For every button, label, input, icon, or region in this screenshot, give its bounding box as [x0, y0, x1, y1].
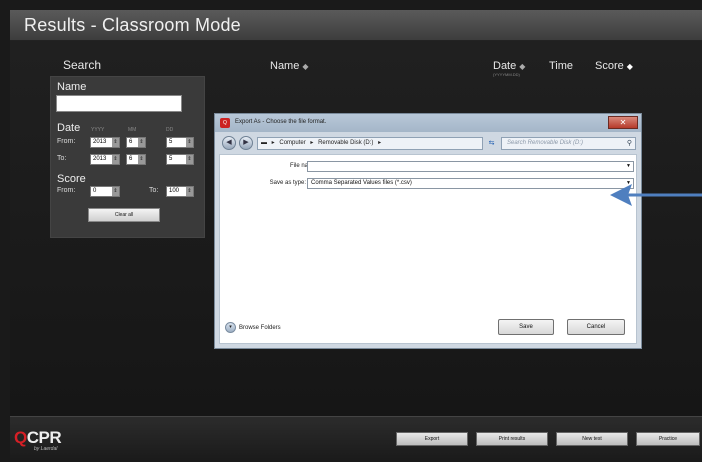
- dialog-close-button[interactable]: ✕: [608, 116, 638, 129]
- new-test-button[interactable]: New test: [556, 432, 628, 446]
- name-filter-label: Name: [57, 81, 87, 93]
- save-button[interactable]: Save: [498, 319, 554, 335]
- sort-icon: ◆: [302, 62, 309, 71]
- breadcrumb-separator: ▸: [378, 140, 382, 146]
- expand-chevron-icon: ▾: [225, 322, 236, 333]
- cpr-logo: QCPR: [14, 428, 62, 448]
- date-from-day-stepper[interactable]: 5 ⇕: [166, 137, 194, 148]
- breadcrumb-computer[interactable]: Computer: [279, 140, 305, 146]
- forward-arrow-icon[interactable]: ▶: [239, 136, 253, 150]
- stepper-value: 5: [169, 139, 173, 145]
- breadcrumb-removable-disk[interactable]: Removable Disk (D:): [318, 140, 373, 146]
- score-from-label: From:: [57, 187, 76, 194]
- column-header-score[interactable]: Score ◆: [595, 60, 633, 72]
- export-dialog: Q Export As - Choose the file format. ✕ …: [214, 113, 642, 349]
- stepper-arrows-icon[interactable]: ⇕: [112, 138, 119, 147]
- stepper-arrows-icon[interactable]: ⇕: [112, 155, 119, 164]
- date-col-dd: DD: [166, 127, 174, 133]
- date-from-month-stepper[interactable]: 6 ⇕: [126, 137, 146, 148]
- stepper-value: 5: [169, 156, 173, 162]
- breadcrumb-separator: ▸: [271, 140, 275, 146]
- cancel-button[interactable]: Cancel: [567, 319, 625, 335]
- date-from-year-stepper[interactable]: 2013 ⇕: [90, 137, 120, 148]
- date-to-label: To:: [57, 155, 67, 162]
- column-header-date[interactable]: Date ◆: [493, 60, 525, 72]
- breadcrumb-separator: ▸: [310, 140, 314, 146]
- dialog-body: File name: ▼ Save as type: Comma Separat…: [219, 154, 637, 344]
- address-bar[interactable]: ▬ ▸ Computer ▸ Removable Disk (D:) ▸ ▼: [257, 137, 520, 150]
- score-to-stepper[interactable]: 100 ⇕: [166, 186, 194, 197]
- stepper-value: 2013: [93, 139, 107, 145]
- date-filter-label: Date: [57, 122, 81, 134]
- column-header-name[interactable]: Name ◆: [270, 60, 309, 72]
- search-icon: ⚲: [626, 140, 632, 147]
- stepper-arrows-icon[interactable]: ⇕: [138, 138, 145, 147]
- app-title: Results - Classroom Mode: [24, 15, 241, 35]
- score-from-stepper[interactable]: 0 ⇕: [90, 186, 120, 197]
- date-col-yyyy: YYYY: [91, 127, 105, 133]
- export-button[interactable]: Export: [396, 432, 468, 446]
- stepper-arrows-icon[interactable]: ⇕: [186, 155, 193, 164]
- print-results-button[interactable]: Print results: [476, 432, 548, 446]
- file-name-input[interactable]: ▼: [307, 161, 634, 172]
- folder-search-input[interactable]: Search Removable Disk (D:) ⚲: [501, 137, 636, 150]
- name-filter-input[interactable]: [56, 95, 182, 112]
- stepper-arrows-icon[interactable]: ⇕: [138, 155, 145, 164]
- logo-text: CPR: [26, 428, 62, 447]
- score-to-label: To:: [149, 187, 159, 194]
- browse-folders-label: Browse Folders: [239, 325, 281, 332]
- score-filter-label: Score: [57, 173, 86, 185]
- column-label-name: Name: [270, 60, 300, 72]
- date-to-month-stepper[interactable]: 6 ⇕: [126, 154, 146, 165]
- search-placeholder: Search Removable Disk (D:): [507, 140, 584, 146]
- refresh-icon[interactable]: ⇆: [485, 137, 498, 150]
- sort-icon: ◆: [519, 62, 526, 71]
- stepper-value: 2013: [93, 156, 107, 162]
- column-label-date: Date: [493, 60, 517, 72]
- drive-icon: ▬: [261, 140, 267, 146]
- dialog-title-bar: Q Export As - Choose the file format. ✕: [215, 114, 641, 132]
- date-to-year-stepper[interactable]: 2013 ⇕: [90, 154, 120, 165]
- column-header-time: Time: [549, 60, 574, 72]
- title-bar: Results - Classroom Mode: [10, 10, 702, 41]
- stepper-value: 6: [129, 139, 133, 145]
- stepper-arrows-icon[interactable]: ⇕: [186, 138, 193, 147]
- sort-icon: ◆: [626, 62, 633, 71]
- stepper-value: 100: [169, 188, 180, 194]
- date-format-hint: (YYYYMM.DD): [493, 72, 520, 77]
- back-arrow-icon[interactable]: ◀: [222, 136, 236, 150]
- logo-mark: Q: [14, 428, 27, 447]
- date-from-label: From:: [57, 138, 76, 145]
- annotation-arrow-icon: [610, 184, 702, 206]
- stepper-value: 0: [93, 188, 97, 194]
- browse-folders-toggle[interactable]: ▾ Browse Folders: [225, 322, 281, 333]
- search-heading: Search: [63, 58, 102, 72]
- date-col-mm: MM: [128, 127, 137, 133]
- column-label-score: Score: [595, 60, 624, 72]
- date-to-day-stepper[interactable]: 5 ⇕: [166, 154, 194, 165]
- save-as-type-label: Save as type:: [269, 180, 306, 186]
- chevron-down-icon[interactable]: ▼: [626, 162, 631, 171]
- logo-subtitle: by Laerdal: [34, 446, 58, 452]
- dialog-title: Export As - Choose the file format.: [235, 119, 327, 125]
- save-as-type-value: Comma Separated Values files (*.csv): [311, 180, 412, 186]
- stepper-arrows-icon[interactable]: ⇕: [186, 187, 193, 196]
- clear-all-button[interactable]: Clear all: [88, 208, 160, 222]
- app-logo-icon: Q: [220, 118, 230, 128]
- stepper-value: 6: [129, 156, 133, 162]
- practice-button[interactable]: Practice: [636, 432, 700, 446]
- stepper-arrows-icon[interactable]: ⇕: [112, 187, 119, 196]
- save-as-type-select[interactable]: Comma Separated Values files (*.csv) ▼: [307, 178, 634, 189]
